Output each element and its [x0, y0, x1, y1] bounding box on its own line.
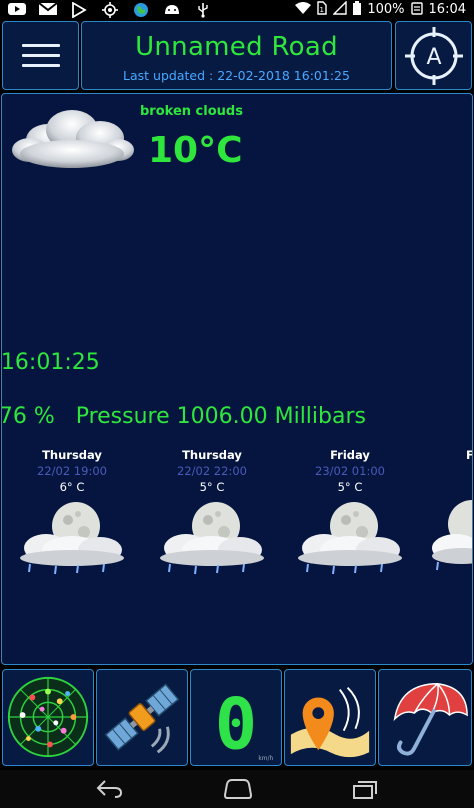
globe-icon: [132, 2, 150, 18]
back-icon[interactable]: [95, 779, 123, 799]
forecast-time: 22/02 19:00: [37, 464, 107, 478]
night-cloudy-rain-icon: [160, 502, 264, 575]
forecast-day: Thursday: [182, 448, 242, 462]
wifi-icon: [295, 2, 312, 17]
gps-icon: [101, 2, 119, 18]
bottom-toolbar: 0 km/h: [0, 666, 474, 770]
speedometer-icon: 0 km/h: [215, 683, 274, 765]
recent-apps-icon[interactable]: [352, 778, 378, 800]
ticker-datetime-text: 02-2018 16:01:25: [2, 350, 100, 375]
weather-panel: broken clouds 10°C 02-2018 16:01:25 idit…: [1, 93, 473, 665]
ticker-datetime: 02-2018 16:01:25: [2, 350, 472, 375]
forecast-time: 23/02 01:00: [315, 464, 385, 478]
ticker-details-text: idity 76 % Pressure 1006.00 Millibars: [2, 404, 366, 429]
forecast-day: Thursday: [42, 448, 102, 462]
night-cloudy-rain-icon: [432, 500, 472, 571]
radar-icon: [7, 676, 89, 758]
map-pin-icon: [290, 686, 370, 758]
weather-condition: broken clouds: [140, 104, 243, 119]
night-cloudy-rain-icon: [20, 502, 124, 575]
signal-icon: [332, 0, 348, 18]
forecast-strip[interactable]: Thursday 22/02 19:00 6° C Thursday 22/02…: [2, 448, 472, 598]
forecast-temp: 6° C: [59, 480, 85, 494]
battery-icon: [353, 1, 362, 18]
forecast-item: F: [418, 448, 472, 576]
usb-icon: [194, 2, 212, 18]
location-title-box: Unnamed Road Last updated : 22-02-2018 1…: [81, 21, 392, 90]
menu-button[interactable]: [2, 21, 79, 90]
current-temperature: 10°C: [148, 130, 243, 171]
app-header: Unnamed Road Last updated : 22-02-2018 1…: [0, 20, 474, 92]
compass-icon: A: [405, 27, 463, 85]
location-title: Unnamed Road: [135, 32, 338, 62]
satellite-button[interactable]: [96, 669, 188, 766]
forecast-temp: 5° C: [337, 480, 363, 494]
android-icon: [163, 2, 181, 18]
ticker-details: idity 76 % Pressure 1006.00 Millibars: [2, 404, 472, 429]
radar-button[interactable]: [2, 669, 94, 766]
hamburger-icon: [22, 44, 60, 68]
gmail-icon: [38, 2, 58, 18]
compass-button[interactable]: A: [395, 21, 472, 90]
clock: 16:04: [428, 2, 466, 17]
play-store-icon: [70, 1, 88, 19]
broken-clouds-icon: [12, 110, 134, 168]
umbrella-button[interactable]: [378, 669, 472, 766]
last-updated: Last updated : 22-02-2018 16:01:25: [123, 68, 350, 83]
battery-percent: 100%: [367, 2, 405, 17]
svg-text:1: 1: [320, 6, 324, 14]
compass-letter: A: [426, 45, 441, 70]
speedometer-button[interactable]: 0 km/h: [190, 669, 282, 766]
speed-digit: 0: [215, 683, 257, 765]
night-cloudy-rain-icon: [298, 502, 402, 575]
map-location-button[interactable]: [284, 669, 376, 766]
alarm-icon: [410, 1, 423, 18]
forecast-day: F: [418, 448, 472, 462]
status-bar: 1 100% 16:04: [0, 0, 474, 20]
home-icon[interactable]: [223, 778, 253, 800]
satellite-icon: [104, 683, 180, 754]
forecast-day: Friday: [330, 448, 370, 462]
forecast-item: Friday 23/02 01:00 5° C: [280, 448, 420, 578]
youtube-icon: [8, 2, 26, 18]
sim-icon: 1: [317, 1, 328, 18]
forecast-temp: 5° C: [199, 480, 225, 494]
forecast-time: 22/02 22:00: [177, 464, 247, 478]
umbrella-icon: [393, 682, 468, 756]
forecast-item: Thursday 22/02 19:00 6° C: [2, 448, 142, 578]
speed-unit: km/h: [258, 756, 273, 762]
system-nav-bar: [0, 770, 474, 808]
forecast-item: Thursday 22/02 22:00 5° C: [142, 448, 282, 578]
notification-icons: [8, 1, 212, 19]
system-status: 1 100% 16:04: [295, 0, 466, 18]
